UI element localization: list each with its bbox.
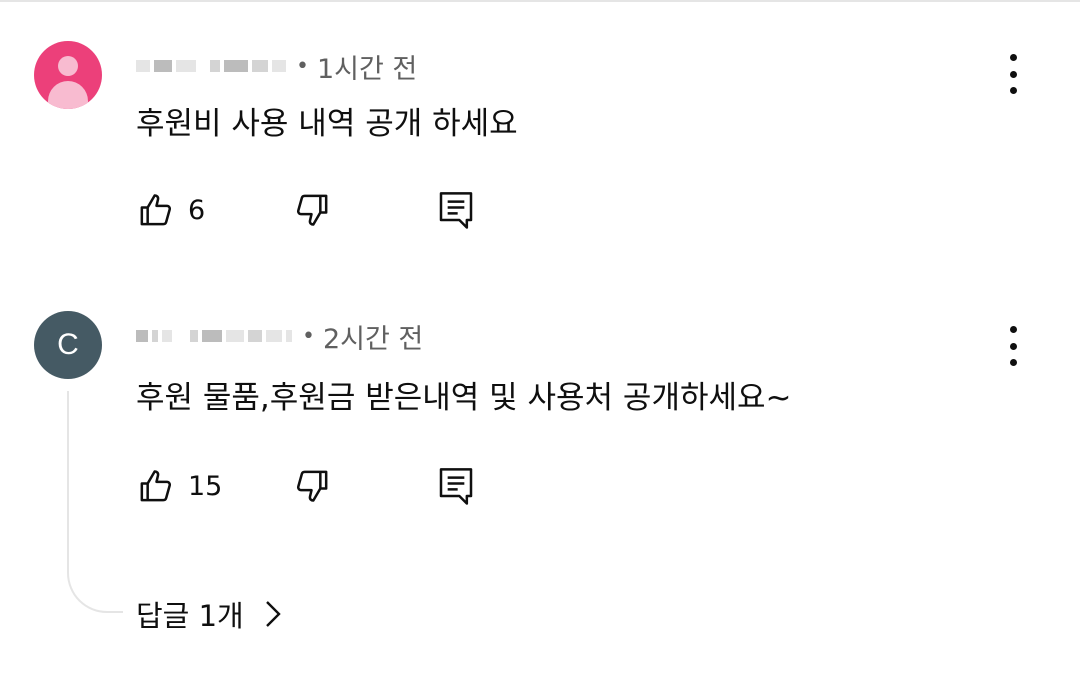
avatar[interactable] <box>34 41 102 109</box>
dislike-button[interactable] <box>292 186 332 234</box>
more-vert-icon[interactable] <box>996 54 1030 94</box>
author-name-redacted[interactable] <box>136 330 292 342</box>
comment-item: C • 2시간 전 후원 물품,후원금 받은내역 및 사용처 공개하세요~ 15 <box>0 270 1080 688</box>
thumbs-down-icon <box>296 194 328 226</box>
comment-text: 후원비 사용 내역 공개 하세요 <box>136 106 518 142</box>
dislike-button[interactable] <box>292 462 332 510</box>
thread-connector <box>67 391 123 613</box>
avatar[interactable]: C <box>34 311 102 379</box>
view-replies-button[interactable]: 답글 1개 <box>136 592 282 636</box>
like-count: 6 <box>188 194 206 226</box>
comment-meta: • 1시간 전 <box>136 47 417 86</box>
chevron-right-icon <box>265 601 281 627</box>
comment-actions: 6 <box>136 186 536 234</box>
thumbs-up-icon <box>140 470 172 502</box>
replies-label: 답글 1개 <box>136 599 244 633</box>
person-icon <box>58 56 78 76</box>
like-button[interactable]: 15 <box>136 462 222 510</box>
comment-icon <box>439 468 473 505</box>
more-vert-icon[interactable] <box>996 326 1030 366</box>
thumbs-down-icon <box>296 470 328 502</box>
comment-timestamp[interactable]: 1시간 전 <box>317 47 417 86</box>
comment-meta: • 2시간 전 <box>136 317 423 356</box>
comment-item: • 1시간 전 후원비 사용 내역 공개 하세요 6 <box>0 0 1080 270</box>
comment-timestamp[interactable]: 2시간 전 <box>323 317 423 356</box>
like-count: 15 <box>188 470 223 502</box>
comment-text: 후원 물품,후원금 받은내역 및 사용처 공개하세요~ <box>136 380 792 416</box>
author-name-redacted[interactable] <box>136 60 286 72</box>
like-button[interactable]: 6 <box>136 186 205 234</box>
reply-button[interactable] <box>436 186 476 234</box>
reply-button[interactable] <box>436 462 476 510</box>
comment-actions: 15 <box>136 462 536 510</box>
thumbs-up-icon <box>140 194 172 226</box>
comment-icon <box>439 192 473 229</box>
